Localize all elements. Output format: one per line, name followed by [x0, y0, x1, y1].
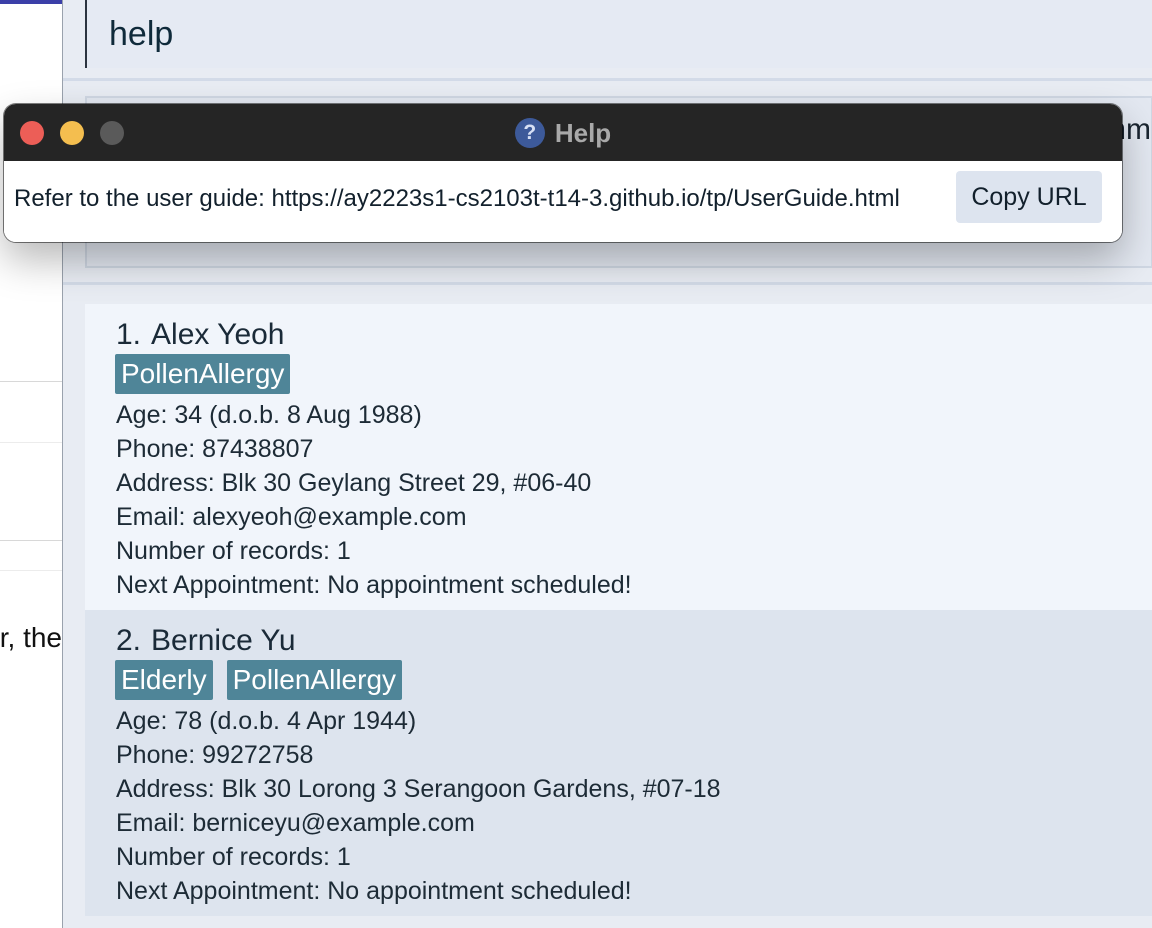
help-dialog-title: Help [554, 117, 612, 148]
person-card[interactable]: 2. Bernice Yu Elderly PollenAllergy Age: … [85, 610, 1152, 916]
result-display-text: mm [1117, 113, 1151, 146]
person-phone: Phone: 87438807 [116, 435, 314, 463]
person-list[interactable]: 1. Alex Yeoh PollenAllergy Age: 34 (d.o.b… [85, 304, 1152, 916]
person-address: Address: Blk 30 Geylang Street 29, #06-4… [116, 469, 592, 497]
tag-badge: Elderly [115, 660, 213, 700]
help-dialog: ? Help Refer to the user guide: https://… [4, 104, 1122, 242]
person-card-title: 2. Bernice Yu [116, 624, 1152, 658]
command-box[interactable]: help [85, 0, 1152, 68]
person-email: Email: berniceyu@example.com [116, 809, 475, 837]
help-dialog-title-group: ? Help [4, 104, 1122, 161]
screen: r, the help mm 1. Alex Yeoh PollenAllergy… [0, 0, 1152, 928]
separator [63, 282, 1152, 285]
copy-url-button[interactable]: Copy URL [956, 171, 1102, 223]
person-address: Address: Blk 30 Lorong 3 Serangoon Garde… [116, 775, 721, 803]
tag-badge: PollenAllergy [115, 354, 291, 394]
separator [63, 78, 1152, 81]
person-index: 1. [116, 318, 142, 351]
person-email: Email: alexyeoh@example.com [116, 503, 467, 531]
person-next-appointment: Next Appointment: No appointment schedul… [116, 571, 632, 599]
background-divider [0, 381, 62, 382]
help-message: Refer to the user guide: https://ay2223s… [14, 185, 900, 212]
tag-list: PollenAllergy [115, 354, 1152, 394]
command-input[interactable]: help [109, 12, 173, 56]
person-next-appointment: Next Appointment: No appointment schedul… [116, 877, 632, 905]
background-window-accent-bar [0, 0, 62, 4]
person-age: Age: 34 (d.o.b. 8 Aug 1988) [116, 401, 422, 429]
person-index: 2. [116, 624, 142, 657]
person-phone: Phone: 99272758 [116, 741, 314, 769]
background-divider [0, 540, 62, 541]
background-divider [0, 442, 62, 443]
background-document-text: r, the [0, 622, 62, 653]
person-card[interactable]: 1. Alex Yeoh PollenAllergy Age: 34 (d.o.b… [85, 304, 1152, 610]
person-card-title: 1. Alex Yeoh [116, 318, 1152, 352]
help-dialog-body: Refer to the user guide: https://ay2223s… [4, 161, 1122, 242]
tag-list: Elderly PollenAllergy [115, 660, 1152, 700]
person-records: Number of records: 1 [116, 843, 351, 871]
background-divider [0, 570, 62, 571]
person-records: Number of records: 1 [116, 537, 351, 565]
person-age: Age: 78 (d.o.b. 4 Apr 1944) [116, 707, 417, 735]
person-name: Bernice Yu [151, 624, 296, 657]
person-name: Alex Yeoh [151, 318, 285, 351]
help-dialog-titlebar[interactable]: ? Help [4, 104, 1122, 162]
help-question-icon: ? [514, 117, 545, 148]
tag-badge: PollenAllergy [226, 660, 403, 700]
